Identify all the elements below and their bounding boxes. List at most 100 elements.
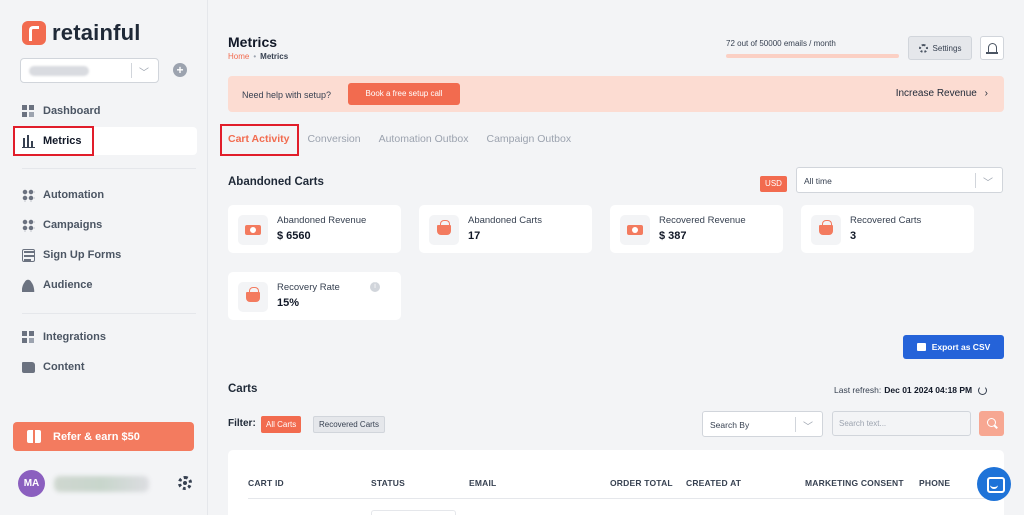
- filter-chip-all-carts[interactable]: All Carts: [261, 416, 302, 433]
- search-by-value: Search By: [710, 420, 750, 430]
- add-store-plus-icon[interactable]: +: [173, 63, 187, 77]
- refer-label: Refer & earn $50: [53, 430, 140, 443]
- sidebar-item-integrations[interactable]: Integrations: [14, 323, 197, 351]
- help-text: Need help with setup?: [242, 90, 332, 100]
- basket-icon: [429, 215, 459, 245]
- currency-badge[interactable]: USD: [760, 176, 787, 192]
- gift-icon: [27, 430, 41, 443]
- sidebar-divider: [22, 313, 196, 314]
- notifications-button[interactable]: [980, 36, 1004, 60]
- search-input[interactable]: [832, 411, 971, 436]
- user-name-redacted: [54, 476, 149, 492]
- export-csv-button[interactable]: Export as CSV: [903, 335, 1004, 359]
- search-button[interactable]: [979, 411, 1004, 436]
- time-range-select[interactable]: All time ﹀: [796, 167, 1003, 193]
- form-icon: [22, 248, 35, 262]
- highlight-box-metrics: [13, 126, 94, 156]
- column-header-phone: PHONE: [919, 478, 951, 488]
- settings-button[interactable]: Settings: [908, 36, 972, 60]
- export-icon: [916, 343, 926, 351]
- money-icon: [238, 215, 268, 245]
- sidebar-item-label: Audience: [43, 279, 93, 291]
- campaigns-icon: [22, 218, 35, 232]
- sidebar-item-label: Dashboard: [43, 105, 101, 117]
- metric-label: Recovered Carts: [850, 215, 922, 226]
- gear-icon[interactable]: [178, 476, 192, 490]
- select-separator: [131, 63, 132, 78]
- sidebar-item-dashboard[interactable]: Dashboard: [14, 97, 197, 125]
- metrics-tabs: Cart Activity Conversion Automation Outb…: [228, 133, 589, 145]
- metric-value: 3: [850, 230, 857, 242]
- settings-label: Settings: [932, 43, 962, 53]
- column-header-email: EMAIL: [469, 478, 497, 488]
- metric-label: Recovery Rate: [277, 282, 340, 293]
- sidebar: retainful ﹀ + Dashboard Metrics Automati…: [0, 0, 208, 515]
- store-name-redacted: [29, 66, 89, 76]
- sidebar-item-label: Integrations: [43, 331, 106, 343]
- chevron-right-icon: ›: [984, 88, 988, 99]
- column-header-status: STATUS: [371, 478, 405, 488]
- tab-cart-activity[interactable]: Cart Activity: [228, 133, 289, 145]
- search-by-select[interactable]: Search By ﹀: [702, 411, 823, 437]
- filter-label: Filter:: [228, 418, 256, 429]
- metric-card-recovery-rate: Recovery Rate 15% i: [228, 272, 401, 320]
- basket-icon: [238, 282, 268, 312]
- dashboard-icon: [22, 104, 35, 118]
- email-usage-text: 72 out of 50000 emails / month: [726, 39, 836, 48]
- retainful-logo-icon: [22, 21, 46, 45]
- carts-title: Carts: [228, 383, 258, 395]
- increase-revenue-label: Increase Revenue: [895, 88, 977, 99]
- last-refresh-value: Dec 01 2024 04:18 PM: [884, 385, 973, 395]
- gear-icon: [918, 43, 928, 53]
- increase-revenue-link[interactable]: Increase Revenue ›: [896, 88, 988, 99]
- app-name: retainful: [52, 20, 141, 45]
- metric-value: $ 387: [659, 230, 687, 242]
- metric-value: $ 6560: [277, 230, 311, 242]
- chat-support-button[interactable]: [977, 467, 1011, 501]
- sidebar-item-automation[interactable]: Automation: [14, 181, 197, 209]
- filter-chip-recovered-carts[interactable]: Recovered Carts: [313, 416, 386, 433]
- sidebar-item-label: Content: [43, 361, 85, 373]
- metric-label: Abandoned Carts: [468, 215, 542, 226]
- email-usage-progress-bar: [726, 54, 899, 58]
- user-avatar[interactable]: MA: [18, 470, 45, 497]
- table-header-divider: [248, 498, 988, 499]
- column-header-created-at: CREATED AT: [686, 478, 742, 488]
- info-icon[interactable]: i: [370, 282, 380, 292]
- store-select[interactable]: ﹀: [20, 58, 159, 83]
- refer-earn-button[interactable]: Refer & earn $50: [13, 422, 194, 451]
- last-refresh-label: Last refresh:: [834, 385, 882, 395]
- time-range-value: All time: [804, 176, 832, 186]
- column-header-order-total: ORDER TOTAL: [610, 478, 673, 488]
- sidebar-item-label: Automation: [43, 189, 105, 201]
- sidebar-item-campaigns[interactable]: Campaigns: [14, 211, 197, 239]
- breadcrumb-home-link[interactable]: Home: [228, 52, 249, 61]
- last-refresh: Last refresh: Dec 01 2024 04:18 PM: [834, 385, 988, 395]
- metric-card-recovered-carts: Recovered Carts 3: [801, 205, 974, 253]
- metric-value: 17: [468, 230, 481, 242]
- tab-campaign-outbox[interactable]: Campaign Outbox: [486, 133, 571, 145]
- breadcrumb-separator: •: [253, 52, 257, 61]
- folder-icon: [22, 361, 35, 373]
- app-logo[interactable]: retainful: [22, 20, 141, 46]
- sidebar-item-audience[interactable]: Audience: [14, 271, 197, 299]
- sidebar-item-sign-up-forms[interactable]: Sign Up Forms: [14, 241, 197, 269]
- integrations-icon: [22, 330, 35, 344]
- metric-card-recovered-revenue: Recovered Revenue $ 387: [610, 205, 783, 253]
- tab-automation-outbox[interactable]: Automation Outbox: [379, 133, 469, 145]
- audience-icon: [22, 278, 35, 292]
- basket-icon: [811, 215, 841, 245]
- breadcrumb-current: Metrics: [260, 52, 289, 61]
- chevron-down-icon: ﹀: [139, 68, 149, 79]
- metric-card-abandoned-revenue: Abandoned Revenue $ 6560: [228, 205, 401, 253]
- sidebar-item-content[interactable]: Content: [14, 353, 197, 381]
- chevron-down-icon: ﹀: [803, 422, 813, 433]
- money-icon: [620, 215, 650, 245]
- breadcrumb: Home • Metrics: [228, 52, 288, 61]
- column-header-marketing-consent: MARKETING CONSENT: [805, 478, 904, 488]
- tab-conversion[interactable]: Conversion: [307, 133, 360, 145]
- abandoned-carts-title: Abandoned Carts: [228, 176, 324, 188]
- select-separator: [975, 173, 976, 188]
- book-setup-call-button[interactable]: Book a free setup call: [348, 83, 460, 105]
- refresh-icon[interactable]: [978, 385, 988, 395]
